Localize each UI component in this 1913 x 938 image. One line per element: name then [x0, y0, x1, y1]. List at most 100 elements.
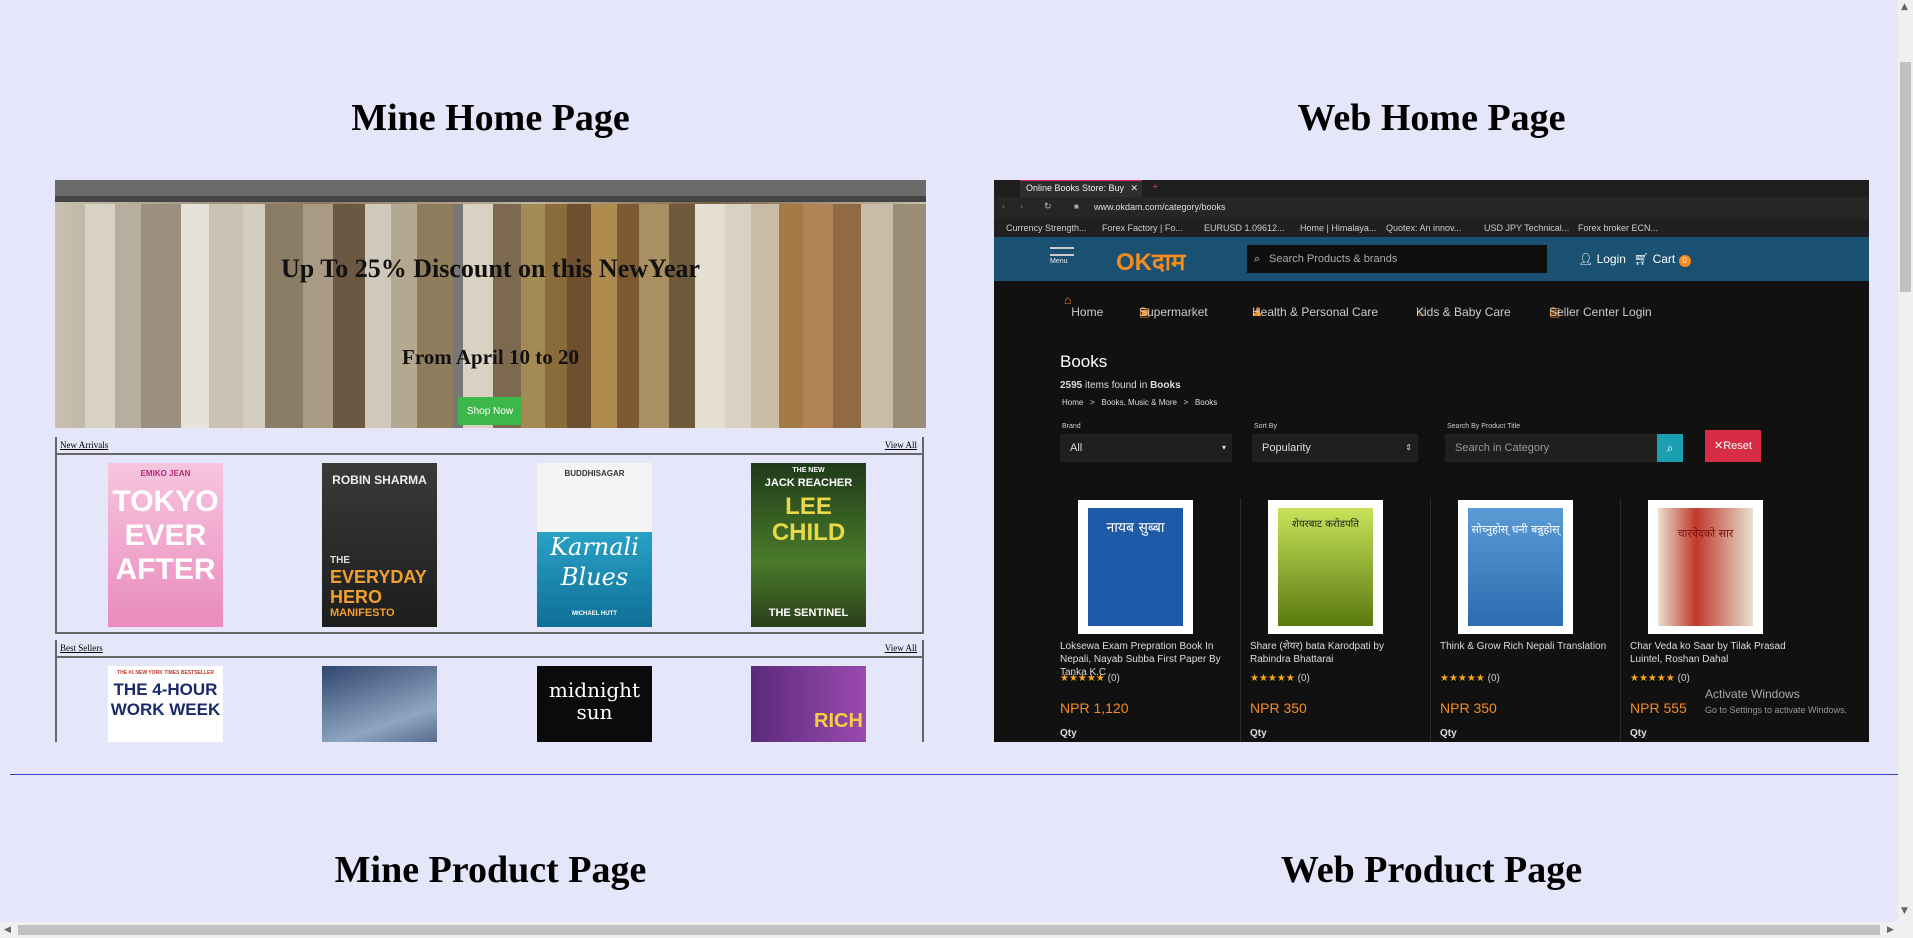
- back-icon[interactable]: ‹: [1002, 201, 1005, 211]
- brand-select[interactable]: All ▾: [1060, 434, 1232, 462]
- new-arrivals-header: New Arrivals View All: [57, 437, 922, 455]
- best-sellers-section: Best Sellers View All THE #1 NEW YORK TI…: [55, 640, 924, 742]
- new-arrivals-view-all-link[interactable]: View All: [885, 440, 917, 450]
- url-text[interactable]: www.okdam.com/category/books: [1094, 202, 1226, 212]
- scroll-left-icon[interactable]: ◀: [4, 925, 11, 935]
- product-name[interactable]: Char Veda ko Saar by Tilak Prasad Luinte…: [1630, 640, 1805, 666]
- bookmark-item[interactable]: EURUSD 1.09612...: [1204, 223, 1285, 233]
- sort-select[interactable]: Popularity ⇕: [1252, 434, 1418, 462]
- shop-now-button[interactable]: Shop Now: [458, 397, 522, 425]
- menu-button[interactable]: Menu: [1050, 247, 1074, 265]
- book-cover[interactable]: RICH: [751, 666, 866, 742]
- product-card[interactable]: शेयरबाट करोडपति Share (शेयर) bata Karodp…: [1240, 498, 1431, 742]
- bookmark-item[interactable]: Quotex: An innov...: [1386, 223, 1461, 233]
- best-sellers-view-all-link[interactable]: View All: [885, 643, 917, 653]
- product-image[interactable]: शेयरबाट करोडपति: [1268, 500, 1383, 634]
- cart-link[interactable]: 🛒︎ Cart 0: [1634, 252, 1691, 267]
- user-icon: 👤︎: [1578, 252, 1594, 266]
- web-product-title: Web Product Page: [1280, 849, 1583, 891]
- product-search-input[interactable]: ⌕ Search Products & brands: [1247, 245, 1547, 273]
- vertical-scroll-thumb[interactable]: [1900, 62, 1911, 292]
- browser-tab-bar: Online Books Store: Buy ✕ +: [994, 180, 1869, 197]
- star-icon: ★★★★★: [1440, 673, 1485, 684]
- page-heading: Books: [1060, 352, 1108, 371]
- breadcrumb: Home > Books, Music & More > Books: [1062, 398, 1218, 407]
- book-cover[interactable]: midnight sun: [537, 666, 652, 742]
- reset-button[interactable]: ✕Reset: [1705, 430, 1761, 462]
- category-search-input[interactable]: Search in Category: [1445, 434, 1657, 462]
- browser-tab[interactable]: Online Books Store: Buy ✕: [1020, 180, 1142, 197]
- site-logo[interactable]: OKदाम: [1116, 245, 1185, 278]
- hero-headline: Up To 25% Discount on this NewYear: [281, 254, 700, 283]
- product-name[interactable]: Share (शेयर) bata Karodpati by Rabindra …: [1250, 640, 1425, 666]
- horizontal-scrollbar[interactable]: ◀ ▶: [0, 922, 1913, 938]
- cart-icon: 🛒︎: [1634, 252, 1650, 266]
- mine-home-preview: Up To 25% Discount on this NewYear From …: [55, 180, 926, 742]
- close-icon[interactable]: ✕: [1130, 181, 1138, 196]
- new-arrivals-label: New Arrivals: [60, 440, 109, 450]
- book-cover[interactable]: THE NEW JACK REACHER LEE CHILD THE SENTI…: [751, 463, 866, 627]
- product-rating: ★★★★★ (0): [1440, 673, 1500, 684]
- forward-icon[interactable]: ›: [1020, 201, 1023, 211]
- windows-watermark-subtitle: Go to Settings to activate Windows.: [1705, 705, 1848, 715]
- bookmark-item[interactable]: Forex broker ECN...: [1578, 223, 1658, 233]
- reload-icon[interactable]: ↻: [1044, 201, 1052, 212]
- vertical-scrollbar[interactable]: ▲ ▼: [1898, 0, 1913, 922]
- book-cover[interactable]: ROBIN SHARMA THE EVERYDAY HERO MANIFESTO: [322, 463, 437, 627]
- product-rating: ★★★★★ (0): [1250, 673, 1310, 684]
- bookmark-item[interactable]: Forex Factory | Fo...: [1102, 223, 1183, 233]
- hamburger-icon: [1050, 247, 1074, 256]
- book-cover[interactable]: THE #1 NEW YORK TIMES BESTSELLER THE 4-H…: [108, 666, 223, 742]
- best-sellers-header: Best Sellers View All: [57, 640, 922, 658]
- chevron-down-icon: ▾: [1221, 443, 1226, 452]
- breadcrumb-books-music[interactable]: Books, Music & More: [1101, 398, 1177, 407]
- bookmark-item[interactable]: Currency Strength...: [1006, 223, 1087, 233]
- search-icon: ⌕: [1254, 253, 1261, 265]
- product-image[interactable]: सोच्नुहोस् धनी बन्नुहोस्: [1458, 500, 1573, 634]
- product-image[interactable]: चारवेदको सार: [1648, 500, 1763, 634]
- items-count: 2595 items found in Books: [1060, 380, 1181, 391]
- product-price: NPR 555: [1630, 700, 1687, 716]
- book-cover[interactable]: EMIKO JEAN TOKYO EVER AFTER: [108, 463, 223, 627]
- bookmark-item[interactable]: USD JPY Technical...: [1484, 223, 1569, 233]
- brand-label: Brand: [1062, 423, 1081, 430]
- new-arrivals-section: New Arrivals View All EMIKO JEAN TOKYO E…: [55, 437, 924, 634]
- address-bar[interactable]: ‹ › ↻ ■ www.okdam.com/category/books: [994, 197, 1869, 219]
- login-link[interactable]: 👤︎ Login: [1578, 252, 1626, 266]
- new-tab-icon[interactable]: +: [1152, 181, 1158, 193]
- product-card[interactable]: नायब सुब्बा Loksewa Exam Prepration Book…: [1050, 498, 1241, 742]
- search-icon: ⌕: [1666, 441, 1674, 455]
- scroll-right-icon[interactable]: ▶: [1887, 925, 1894, 935]
- close-icon: ✕: [1714, 440, 1724, 452]
- site-header: Menu OKदाम ⌕ Search Products & brands 👤︎…: [994, 237, 1869, 281]
- scroll-up-icon[interactable]: ▲: [1901, 2, 1908, 12]
- product-card[interactable]: सोच्नुहोस् धनी बन्नुहोस् Think & Grow Ri…: [1430, 498, 1621, 742]
- book-cover[interactable]: [322, 666, 437, 742]
- section-divider: [10, 774, 1903, 775]
- star-icon: ★★★★★: [1060, 673, 1105, 684]
- product-image[interactable]: नायब सुब्बा: [1078, 500, 1193, 634]
- category-search-button[interactable]: ⌕: [1657, 434, 1683, 462]
- horizontal-scroll-thumb[interactable]: [18, 925, 1880, 935]
- scroll-down-icon[interactable]: ▼: [1901, 906, 1908, 916]
- title-search-label: Search By Product Title: [1447, 423, 1521, 430]
- qty-label: Qty: [1630, 728, 1647, 739]
- product-rating: ★★★★★ (0): [1060, 673, 1120, 684]
- category-nav: ⌂ Home ▣ Supermarket ♟ Health & Personal…: [994, 281, 1869, 319]
- bookmark-item[interactable]: Home | Himalaya...: [1300, 223, 1376, 233]
- sort-label: Sort By: [1254, 423, 1277, 430]
- cart-count-badge: 0: [1678, 255, 1691, 267]
- qty-label: Qty: [1440, 728, 1457, 739]
- windows-watermark-title: Activate Windows: [1705, 687, 1800, 701]
- book-cover[interactable]: BUDDHISAGAR Karnali Blues MICHAEL HUTT: [537, 463, 652, 627]
- qty-label: Qty: [1250, 728, 1267, 739]
- mine-home-title: Mine Home Page: [351, 97, 630, 139]
- nav-home[interactable]: ⌂ Home: [1064, 293, 1103, 319]
- breadcrumb-home[interactable]: Home: [1062, 398, 1083, 407]
- product-price: NPR 1,120: [1060, 700, 1129, 716]
- web-home-title: Web Home Page: [1297, 97, 1566, 139]
- lock-icon: ■: [1074, 202, 1079, 211]
- product-price: NPR 350: [1250, 700, 1307, 716]
- product-name[interactable]: Think & Grow Rich Nepali Translation: [1440, 640, 1615, 653]
- bookmarks-bar: Currency Strength... Forex Factory | Fo.…: [994, 219, 1869, 237]
